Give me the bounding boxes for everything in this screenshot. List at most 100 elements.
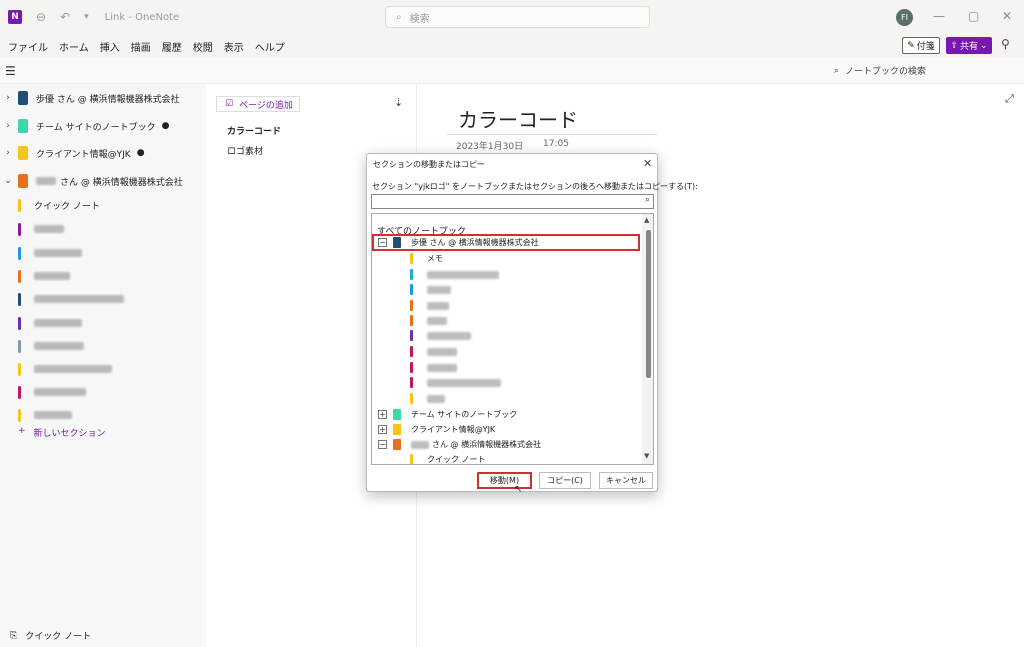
menu-history[interactable]: 履歴	[162, 39, 182, 54]
notebook-icon	[18, 119, 28, 133]
redacted-section-label	[34, 225, 64, 233]
chevron-right-icon[interactable]: ›	[0, 93, 16, 103]
page-item-active[interactable]: カラーコード	[227, 124, 281, 137]
search-input[interactable]: ⌕ 検索	[385, 6, 650, 28]
section-item[interactable]	[18, 242, 206, 264]
scroll-down-icon[interactable]: ▼	[644, 452, 649, 460]
hamburger-menu-icon[interactable]: ☰	[5, 64, 16, 78]
section-color-tab	[410, 346, 413, 357]
section-item[interactable]	[18, 218, 206, 240]
sort-icon[interactable]: ⇣	[394, 96, 403, 109]
expand-icon[interactable]: ⤢	[1005, 92, 1014, 106]
close-icon[interactable]: ✕	[643, 157, 652, 170]
collapse-toggle-icon[interactable]: −	[378, 440, 387, 449]
scroll-up-icon[interactable]: ▲	[644, 216, 649, 224]
tree-section-row[interactable]	[410, 267, 499, 282]
new-section-button[interactable]: + 新しいセクション	[18, 426, 106, 439]
expand-toggle-icon[interactable]: +	[378, 425, 387, 434]
section-item[interactable]	[18, 312, 206, 334]
notebook-icon	[393, 424, 401, 435]
tree-section-row[interactable]: メモ	[410, 251, 443, 266]
undo-icon[interactable]: ↶	[60, 10, 70, 24]
quick-access-dropdown-icon[interactable]: ▾	[84, 12, 89, 22]
redacted-section-label	[427, 331, 471, 340]
tree-section-row[interactable]	[410, 313, 447, 328]
tree-section-row[interactable]: クイック ノート	[410, 452, 486, 464]
dialog-search-input[interactable]: ⌕	[371, 194, 654, 209]
avatar[interactable]: FI	[896, 9, 913, 26]
section-item[interactable]	[18, 265, 206, 287]
tree-notebook-row[interactable]: − さん @ 横浜情報機器株式会社	[378, 437, 541, 452]
tree-notebook-row[interactable]: − 歩優 さん @ 横浜情報機器株式会社	[378, 235, 539, 250]
collapse-toggle-icon[interactable]: −	[378, 238, 387, 247]
redacted-section-label	[34, 249, 82, 257]
redacted-section-label	[34, 411, 72, 419]
section-item[interactable]	[18, 381, 206, 403]
section-color-tab	[18, 316, 21, 330]
menu-file[interactable]: ファイル	[8, 39, 48, 54]
section-item[interactable]	[18, 404, 206, 426]
tree-notebook-label: チーム サイトのノートブック	[411, 410, 518, 419]
tree-section-row[interactable]	[410, 360, 457, 375]
notebook-icon	[18, 146, 28, 160]
maximize-button[interactable]: ▢	[968, 9, 979, 23]
chevron-right-icon[interactable]: ›	[0, 121, 16, 131]
person-search-icon[interactable]: ⚲	[1001, 37, 1010, 51]
title-divider	[447, 134, 657, 135]
new-section-label: 新しいセクション	[33, 429, 106, 439]
search-icon[interactable]: ⌕	[645, 195, 650, 205]
menu-view[interactable]: 表示	[224, 39, 244, 54]
chevron-down-icon[interactable]: ⌄	[0, 176, 16, 186]
share-button[interactable]: ⇪ 共有 ⌄	[946, 37, 992, 54]
notebook-item[interactable]: › クライアント情報@YJK ●	[0, 140, 206, 166]
notebook-item[interactable]: › 歩優 さん @ 横浜情報機器株式会社	[0, 85, 206, 111]
copy-button[interactable]: コピー(C)	[539, 472, 591, 489]
redacted-section-label	[427, 363, 457, 372]
tree-notebook-label: 歩優 さん @ 横浜情報機器株式会社	[411, 238, 539, 247]
menu-insert[interactable]: 挿入	[100, 39, 120, 54]
minimize-button[interactable]: —	[933, 9, 945, 23]
section-item[interactable]: クイック ノート	[18, 194, 206, 216]
sticky-note-icon: ✎	[907, 40, 915, 51]
add-page-icon: ☑	[225, 99, 234, 109]
tree-section-row[interactable]	[410, 344, 457, 359]
close-window-button[interactable]: ✕	[1002, 9, 1012, 23]
back-arrow-icon[interactable]: ⊖	[36, 10, 46, 24]
sticky-notes-button[interactable]: ✎ 付箋	[902, 37, 940, 54]
chevron-right-icon[interactable]: ›	[0, 148, 16, 158]
unsynced-dot: ●	[136, 148, 145, 158]
section-color-tab	[410, 315, 413, 326]
notebook-item[interactable]: › チーム サイトのノートブック ●	[0, 113, 206, 139]
quick-note-label: クイック ノート	[25, 632, 92, 642]
menu-review[interactable]: 校閲	[193, 39, 213, 54]
tree-section-row[interactable]	[410, 328, 471, 343]
expand-toggle-icon[interactable]: +	[378, 410, 387, 419]
notebook-tree[interactable]: すべてのノートブック − 歩優 さん @ 横浜情報機器株式会社 メモ + チーム…	[371, 213, 654, 465]
section-item[interactable]	[18, 358, 206, 380]
redacted-section-label	[427, 285, 451, 294]
menu-draw[interactable]: 描画	[131, 39, 151, 54]
notebook-item[interactable]: ⌄ さん @ 横浜情報機器株式会社	[0, 168, 206, 194]
menu-help[interactable]: ヘルプ	[255, 39, 285, 54]
section-item[interactable]	[18, 335, 206, 357]
tree-section-row[interactable]	[410, 375, 501, 390]
tree-section-row[interactable]	[410, 391, 445, 406]
notebook-search-input[interactable]: ⌕ ノートブックの検索	[834, 64, 926, 78]
quick-note-button[interactable]: ⎘ クイック ノート	[10, 629, 92, 643]
tree-section-row[interactable]	[410, 282, 451, 297]
page-item[interactable]: ロゴ素材	[227, 144, 263, 157]
section-color-tab	[18, 385, 21, 399]
redacted-section-label	[34, 365, 112, 373]
menu-home[interactable]: ホーム	[59, 39, 89, 54]
page-title[interactable]: カラーコード	[458, 104, 578, 133]
cancel-button[interactable]: キャンセル	[599, 472, 653, 489]
move-button[interactable]: 移動(M)	[477, 472, 532, 489]
onenote-logo-icon: N	[8, 10, 22, 24]
tree-section-row[interactable]	[410, 298, 449, 313]
add-page-button[interactable]: ☑ ページの追加	[216, 96, 300, 112]
tree-notebook-row[interactable]: + クライアント情報@YJK	[378, 422, 495, 437]
tree-notebook-row[interactable]: + チーム サイトのノートブック	[378, 407, 517, 422]
section-item[interactable]	[18, 288, 206, 310]
notebook-sidebar: › 歩優 さん @ 横浜情報機器株式会社 › チーム サイトのノートブック ● …	[0, 84, 206, 647]
scrollbar-thumb[interactable]	[646, 230, 651, 378]
